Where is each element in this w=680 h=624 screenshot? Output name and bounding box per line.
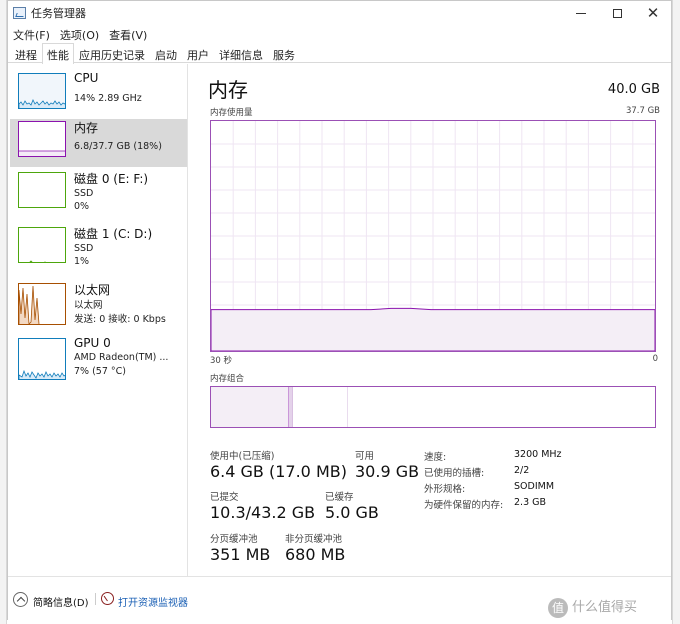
sidebar-item-gpu-0[interactable]: GPU 0 AMD Radeon(TM) ... 7% (57 °C) (10, 336, 187, 384)
close-button[interactable]: ✕ (635, 1, 671, 25)
available-label: 可用 (355, 451, 375, 462)
paged-pool-label: 分页缓冲池 (210, 534, 258, 545)
memory-thumbnail-graph (18, 121, 66, 157)
tab-bar: 进程 性能 应用历史记录 启动 用户 详细信息 服务 (8, 43, 671, 64)
title-bar: 任务管理器 ✕ (8, 1, 671, 25)
memory-usage-graph-svg (210, 121, 656, 352)
sidebar-disk1-type: SSD (74, 243, 94, 254)
committed-label: 已提交 (210, 492, 239, 503)
sidebar-disk0-title: 磁盘 0 (E: F:) (74, 172, 149, 186)
spec-reserved-value: 2.3 GB (514, 497, 547, 508)
watermark-text: 什么值得买 (572, 600, 638, 615)
menu-view[interactable]: 查看(V) (104, 25, 152, 43)
menu-options[interactable]: 选项(O) (55, 25, 104, 43)
background-window-left (0, 0, 7, 624)
spec-slots-value: 2/2 (514, 465, 530, 476)
sidebar-ethernet-name: 以太网 (74, 300, 103, 311)
ethernet-thumbnail-graph (18, 283, 66, 325)
maximize-icon (612, 8, 622, 18)
watermark: 值什么值得买 (548, 596, 637, 618)
sidebar-item-cpu[interactable]: CPU 14% 2.89 GHz (10, 71, 187, 119)
maximize-button[interactable] (599, 1, 635, 25)
menu-file[interactable]: 文件(F) (8, 25, 55, 43)
sidebar-item-disk-1[interactable]: 磁盘 1 (C: D:) SSD 1% (10, 225, 187, 273)
tab-performance[interactable]: 性能 (42, 43, 74, 64)
memory-total: 40.0 GB (607, 82, 660, 97)
tab-app-history[interactable]: 应用历史记录 (74, 43, 150, 63)
sidebar-item-memory[interactable]: 内存 6.8/37.7 GB (18%) (10, 119, 187, 167)
in-use-value: 6.4 GB (17.0 MB) (210, 462, 347, 481)
spec-speed-value: 3200 MHz (514, 449, 562, 460)
memory-usage-label: 内存使用量 (210, 108, 253, 118)
gpu-thumbnail-graph (18, 338, 66, 380)
performance-sidebar: CPU 14% 2.89 GHz 内存 6.8/37.7 GB (18%) 磁盘… (8, 64, 188, 576)
tab-startup[interactable]: 启动 (150, 43, 182, 63)
sidebar-disk1-title: 磁盘 1 (C: D:) (74, 227, 153, 241)
composition-free (348, 387, 655, 427)
sidebar-disk0-type: SSD (74, 188, 94, 199)
minimize-button[interactable] (563, 1, 599, 25)
watermark-badge: 值 (548, 597, 568, 618)
memory-composition-label: 内存组合 (210, 374, 245, 384)
sidebar-item-ethernet[interactable]: 以太网 以太网 发送: 0 接收: 0 Kbps (10, 281, 187, 329)
task-manager-window: 任务管理器 ✕ 文件(F) 选项(O) 查看(V) 进程 性能 应用历史记录 启… (7, 0, 672, 620)
minimize-icon (576, 12, 586, 14)
sidebar-gpu-title: GPU 0 (74, 336, 111, 350)
sidebar-ethernet-throughput: 发送: 0 接收: 0 Kbps (74, 314, 166, 325)
spec-slots-label: 已使用的插槽: (424, 468, 485, 479)
composition-in-use (211, 387, 289, 427)
graph-time-right: 0 (652, 354, 658, 364)
spec-form-factor-value: SODIMM (514, 481, 555, 492)
chevron-up-icon[interactable] (13, 592, 28, 607)
tab-users[interactable]: 用户 (182, 43, 214, 63)
nonpaged-pool-value: 680 MB (285, 545, 346, 564)
open-resource-monitor-link[interactable]: 打开资源监视器 (118, 594, 188, 609)
spec-speed-label: 速度: (424, 452, 447, 463)
composition-standby (293, 387, 348, 427)
graph-time-left: 30 秒 (210, 356, 233, 366)
cached-label: 已缓存 (325, 492, 354, 503)
composition-modified (289, 387, 293, 427)
memory-composition-bar (210, 386, 656, 428)
close-icon: ✕ (646, 3, 660, 22)
nonpaged-pool-label: 非分页缓冲池 (285, 534, 343, 545)
committed-value: 10.3/43.2 GB (210, 503, 316, 522)
memory-usage-graph (210, 120, 656, 352)
sidebar-memory-title: 内存 (74, 121, 99, 135)
cpu-thumbnail-graph (18, 73, 66, 109)
sidebar-gpu-usage: 7% (57 °C) (74, 366, 126, 377)
footer-divider (95, 593, 96, 605)
sidebar-disk1-usage: 1% (74, 256, 90, 267)
sidebar-cpu-usage: 14% 2.89 GHz (74, 93, 142, 104)
sidebar-cpu-title: CPU (74, 71, 99, 85)
page-title: 内存 (208, 78, 248, 102)
in-use-label: 使用中(已压缩) (210, 451, 275, 462)
background-window-right (672, 0, 680, 624)
task-manager-icon (13, 7, 26, 19)
spec-form-factor-label: 外形规格: (424, 484, 466, 495)
memory-usage-area (210, 307, 656, 352)
tab-details[interactable]: 详细信息 (214, 43, 268, 63)
sidebar-disk0-usage: 0% (74, 201, 90, 212)
sidebar-memory-usage: 6.8/37.7 GB (18%) (74, 141, 162, 152)
spec-reserved-label: 为硬件保留的内存: (424, 500, 504, 511)
available-value: 30.9 GB (355, 462, 420, 481)
tab-services[interactable]: 服务 (268, 43, 300, 63)
paged-pool-value: 351 MB (210, 545, 271, 564)
sidebar-gpu-model: AMD Radeon(TM) ... (74, 352, 169, 363)
disk0-thumbnail-graph (18, 172, 66, 208)
fewer-details-button[interactable]: 简略信息(D) (33, 594, 89, 609)
sidebar-item-disk-0[interactable]: 磁盘 0 (E: F:) SSD 0% (10, 170, 187, 218)
cached-value: 5.0 GB (325, 503, 379, 522)
memory-usage-max: 37.7 GB (625, 106, 660, 116)
menu-bar: 文件(F) 选项(O) 查看(V) (8, 25, 152, 43)
tab-processes[interactable]: 进程 (10, 43, 42, 63)
resource-monitor-icon[interactable] (101, 592, 114, 605)
disk1-thumbnail-graph (18, 227, 66, 263)
sidebar-ethernet-title: 以太网 (74, 283, 111, 297)
window-title: 任务管理器 (31, 7, 86, 20)
